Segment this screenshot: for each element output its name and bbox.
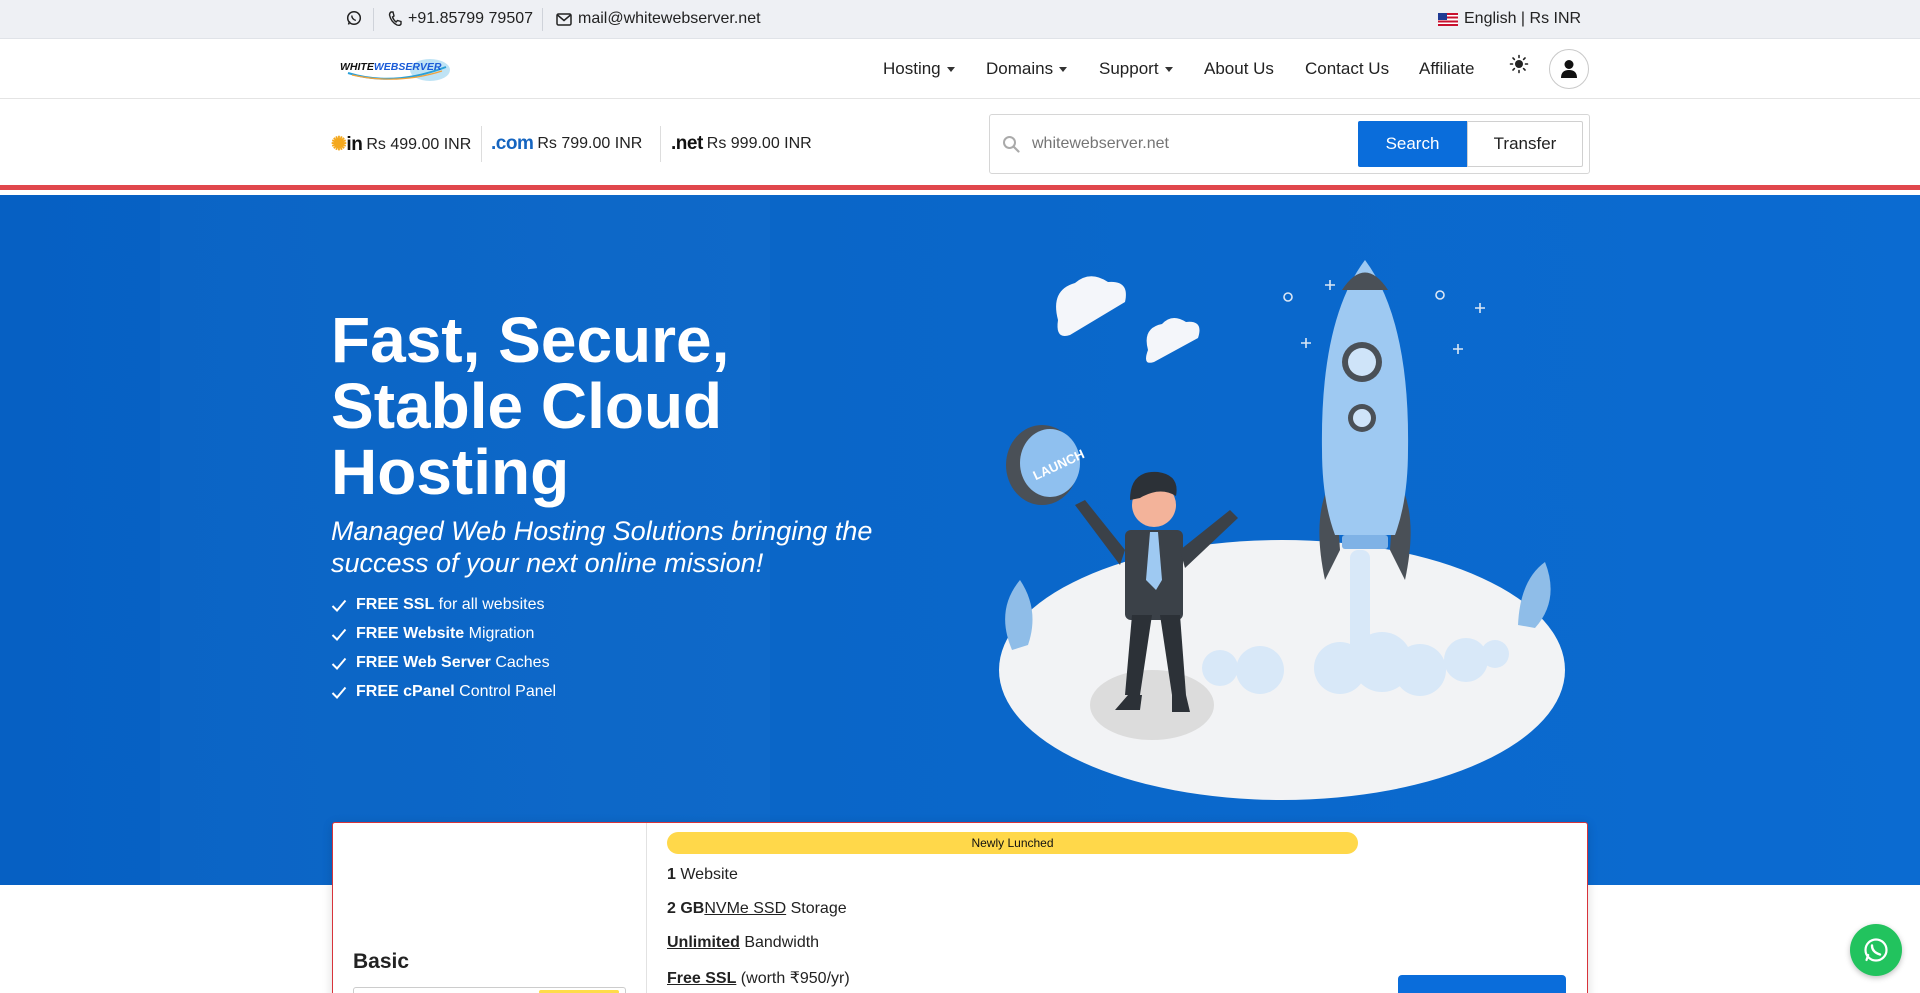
spec-text: Storage <box>786 900 847 917</box>
email-address: mail@whitewebserver.net <box>578 10 761 27</box>
account-button[interactable] <box>1549 49 1589 89</box>
plan-spec: 1 Website <box>667 866 738 884</box>
tld-com[interactable]: .com Rs 799.00 INR <box>491 133 642 155</box>
nav-hosting[interactable]: Hosting <box>883 59 955 79</box>
top-bar: +91.85799 79507 mail@whitewebserver.net … <box>0 0 1920 39</box>
new-badge: Newly Lunched <box>667 832 1358 854</box>
phone-icon <box>388 11 402 27</box>
tld-net[interactable]: .net Rs 999.00 INR <box>671 133 812 155</box>
feature-bold: FREE cPanel <box>356 683 455 700</box>
tld-net-price: Rs 999.00 INR <box>706 135 812 152</box>
phone-link[interactable]: +91.85799 79507 <box>388 10 533 28</box>
divider <box>481 126 482 162</box>
hero-title: Fast, Secure, Stable Cloud Hosting <box>331 304 730 508</box>
plan-card: Basic Newly Lunched 1 Website 2 GBNVMe S… <box>332 822 1588 993</box>
check-icon <box>331 657 347 670</box>
envelope-icon <box>556 12 572 26</box>
site-logo[interactable]: WHITEWEBSERVER <box>338 53 454 85</box>
nav-affiliate-label: Affiliate <box>1419 59 1475 78</box>
nav-support-label: Support <box>1099 59 1159 78</box>
hero-subtitle: Managed Web Hosting Solutions bringing t… <box>331 516 873 578</box>
spec-text: Website <box>675 866 738 883</box>
email-link[interactable]: mail@whitewebserver.net <box>556 10 761 28</box>
feature-item: FREE SSL for all websites <box>331 596 545 614</box>
spec-text: Bandwidth <box>739 934 820 951</box>
us-flag-icon <box>1438 12 1458 26</box>
billing-cycle-select[interactable] <box>353 987 626 993</box>
caret-down-icon <box>1059 67 1068 73</box>
spec-underline: Unlimited <box>667 934 740 951</box>
nav-domains[interactable]: Domains <box>986 59 1068 79</box>
svg-text:WHITEWEBSERVER: WHITEWEBSERVER <box>340 61 442 73</box>
feature-bold: FREE SSL <box>356 596 435 613</box>
feature-item: FREE cPanel Control Panel <box>331 683 556 701</box>
tld-net-logo: .net <box>671 133 703 154</box>
plan-name: Basic <box>353 950 410 973</box>
caret-down-icon <box>1164 67 1173 73</box>
spec-underline: NVMe SSD <box>704 900 787 917</box>
nav-contact-label: Contact Us <box>1305 59 1390 78</box>
logo-graphic: WHITEWEBSERVER <box>340 59 450 81</box>
whatsapp-chat-button[interactable] <box>1850 924 1902 976</box>
user-icon <box>1561 60 1577 78</box>
feature-text: for all websites <box>434 596 545 613</box>
feature-item: FREE Web Server Caches <box>331 654 550 672</box>
plan-spec: Free SSL (worth ₹950/yr) <box>667 968 850 988</box>
nav-affiliate[interactable]: Affiliate <box>1419 59 1474 79</box>
locale-selector[interactable]: English | Rs INR <box>1438 10 1581 28</box>
theme-toggle[interactable] <box>1509 54 1529 74</box>
feature-text: Caches <box>490 654 550 671</box>
tld-com-logo: .com <box>491 133 534 154</box>
spec-bold: 2 GB <box>667 900 705 917</box>
divider <box>373 8 374 31</box>
transfer-button[interactable]: Transfer <box>1467 121 1583 167</box>
tld-com-price: Rs 799.00 INR <box>537 135 643 152</box>
nav-contact-us[interactable]: Contact Us <box>1305 59 1389 79</box>
locale-label: English | Rs INR <box>1464 10 1582 27</box>
domain-search-bar: ✺in Rs 499.00 INR .com Rs 799.00 INR .ne… <box>0 99 1920 190</box>
nav-about-us[interactable]: About Us <box>1204 59 1274 79</box>
search-button[interactable]: Search <box>1358 121 1467 167</box>
check-icon <box>331 628 347 641</box>
whatsapp-link[interactable] <box>346 10 362 26</box>
plan-summary: Basic <box>333 823 647 993</box>
spec-bold: 1 <box>667 866 676 883</box>
sun-icon <box>1509 54 1529 74</box>
nav-about-label: About Us <box>1204 59 1274 78</box>
tld-in[interactable]: ✺in Rs 499.00 INR <box>331 133 471 156</box>
spec-text: (worth ₹950/yr) <box>736 970 850 987</box>
plan-spec: Unlimited Bandwidth <box>667 934 819 952</box>
domain-search-input[interactable] <box>1030 121 1340 167</box>
nav-support[interactable]: Support <box>1099 59 1173 79</box>
plan-spec: 2 GBNVMe SSD Storage <box>667 900 847 918</box>
feature-bold: FREE Website <box>356 625 465 642</box>
rocket-launch-illustration: LAUNCH <box>999 260 1565 800</box>
feature-text: Migration <box>464 625 535 642</box>
check-icon <box>331 599 347 612</box>
domain-search-form: Search Transfer <box>989 114 1590 174</box>
check-icon <box>331 686 347 699</box>
phone-number: +91.85799 79507 <box>408 10 534 27</box>
whatsapp-icon <box>346 10 362 26</box>
divider <box>660 126 661 162</box>
order-now-button[interactable] <box>1398 975 1566 993</box>
nav-hosting-label: Hosting <box>883 59 941 78</box>
tld-in-logo: ✺in <box>331 134 363 155</box>
feature-item: FREE Website Migration <box>331 625 534 643</box>
feature-text: Control Panel <box>454 683 557 700</box>
whatsapp-icon <box>1864 938 1888 962</box>
main-navbar: WHITEWEBSERVER Hosting Domains Support A… <box>0 39 1920 99</box>
tld-in-price: Rs 499.00 INR <box>366 135 472 153</box>
caret-down-icon <box>946 67 955 73</box>
nav-domains-label: Domains <box>986 59 1054 78</box>
search-icon <box>1003 136 1020 153</box>
divider <box>542 8 543 31</box>
feature-bold: FREE Web Server <box>356 654 491 671</box>
spec-underline: Free SSL <box>667 970 737 987</box>
hero-section: Fast, Secure, Stable Cloud Hosting Manag… <box>0 195 1920 885</box>
